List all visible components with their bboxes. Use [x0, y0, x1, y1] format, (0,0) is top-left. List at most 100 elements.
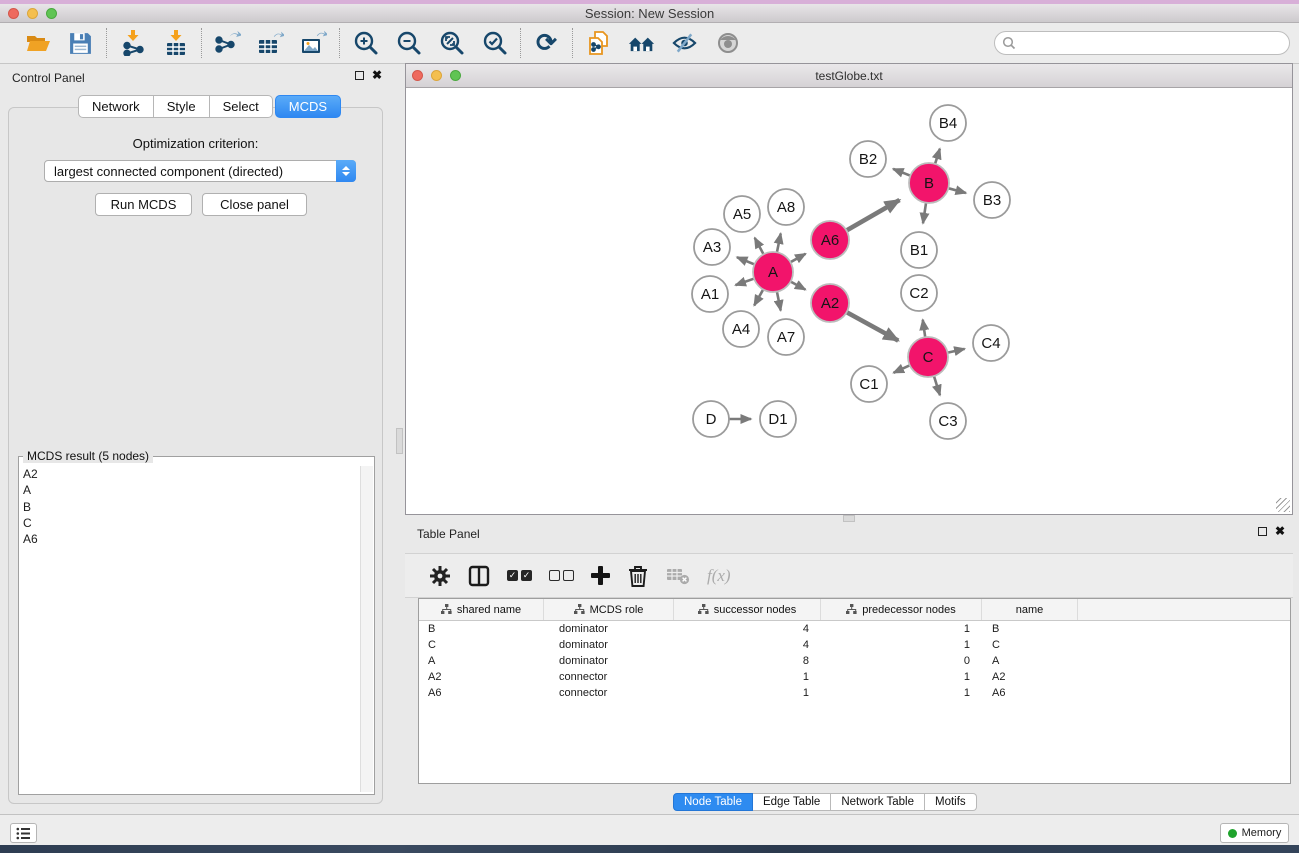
vertical-splitter-handle[interactable]: [396, 428, 403, 454]
graph-node-A4[interactable]: A4: [723, 311, 759, 347]
column-header-name[interactable]: name: [982, 599, 1078, 620]
unselect-all-columns-icon[interactable]: [549, 563, 574, 589]
edge-C-C4[interactable]: [946, 349, 965, 353]
run-mcds-button[interactable]: Run MCDS: [95, 193, 192, 216]
function-builder-icon[interactable]: f(x): [707, 563, 731, 589]
column-header-successor-nodes[interactable]: successor nodes: [674, 599, 821, 620]
edge-A2-C[interactable]: [845, 311, 898, 340]
graph-node-A8[interactable]: A8: [768, 189, 804, 225]
tab-node-table[interactable]: Node Table: [673, 793, 753, 811]
window-resize-grip[interactable]: [1276, 498, 1290, 512]
tab-style[interactable]: Style: [154, 95, 210, 118]
graph-node-C3[interactable]: C3: [930, 403, 966, 439]
graph-node-B3[interactable]: B3: [974, 182, 1010, 218]
memory-button[interactable]: Memory: [1220, 823, 1289, 843]
graph-node-A3[interactable]: A3: [694, 229, 730, 265]
column-header-shared-name[interactable]: shared name: [419, 599, 544, 620]
graph-node-B1[interactable]: B1: [901, 232, 937, 268]
edge-C-C3[interactable]: [933, 374, 940, 395]
delete-table-icon[interactable]: [666, 563, 690, 589]
edge-A6-B[interactable]: [845, 200, 900, 232]
edge-A-A7[interactable]: [777, 290, 781, 311]
criterion-dropdown[interactable]: largest connected component (directed): [44, 160, 356, 182]
export-network-icon[interactable]: [214, 30, 241, 57]
table-row[interactable]: Cdominator41C: [419, 637, 1290, 653]
import-table-icon[interactable]: [162, 30, 189, 57]
edge-B-B1[interactable]: [923, 201, 926, 223]
graph-node-B4[interactable]: B4: [930, 105, 966, 141]
result-scrollbar[interactable]: [360, 466, 373, 792]
table-row[interactable]: Adominator80A: [419, 653, 1290, 669]
edge-A-A5[interactable]: [755, 238, 765, 256]
column-browser-icon[interactable]: [468, 563, 490, 589]
result-item[interactable]: A: [23, 482, 359, 498]
graph-node-D[interactable]: D: [693, 401, 729, 437]
edge-A-A3[interactable]: [737, 257, 756, 265]
first-neighbors-icon[interactable]: [628, 30, 655, 57]
graph-node-A5[interactable]: A5: [724, 196, 760, 232]
graph-node-D1[interactable]: D1: [760, 401, 796, 437]
edge-B-B2[interactable]: [893, 169, 912, 177]
tab-select[interactable]: Select: [210, 95, 273, 118]
network-canvas[interactable]: B4 B2 B B3 A5A8A6 A3 B1 A A1 C2 A2 A4A7 C4 C C1 C3 D D1: [406, 88, 1292, 514]
edge-A-A4[interactable]: [754, 288, 764, 306]
tab-mcds[interactable]: MCDS: [275, 95, 341, 118]
graph-node-A6[interactable]: A6: [811, 221, 849, 259]
edge-C-C2[interactable]: [923, 320, 926, 339]
graph-node-B[interactable]: B: [909, 163, 949, 203]
zoom-selected-icon[interactable]: [481, 30, 508, 57]
close-panel-icon[interactable]: ✖: [372, 70, 382, 80]
float-panel-icon[interactable]: [355, 71, 364, 80]
hide-graphics-icon[interactable]: [671, 30, 698, 57]
tab-network-table[interactable]: Network Table: [831, 793, 925, 811]
export-image-icon[interactable]: [300, 30, 327, 57]
refresh-icon[interactable]: ⟳: [533, 30, 560, 57]
graph-node-A[interactable]: A: [753, 252, 793, 292]
graph-node-C1[interactable]: C1: [851, 366, 887, 402]
maximize-window-icon[interactable]: [46, 8, 57, 19]
search-input[interactable]: [994, 31, 1290, 55]
float-table-panel-icon[interactable]: [1258, 527, 1267, 536]
edge-B-B3[interactable]: [946, 188, 966, 193]
save-session-icon[interactable]: [67, 30, 94, 57]
graph-node-A1[interactable]: A1: [692, 276, 728, 312]
table-row[interactable]: A6connector11A6: [419, 685, 1290, 701]
table-row[interactable]: A2connector11A2: [419, 669, 1290, 685]
result-item[interactable]: A6: [23, 531, 359, 547]
graph-node-B2[interactable]: B2: [850, 141, 886, 177]
tab-motifs[interactable]: Motifs: [925, 793, 977, 811]
result-item[interactable]: C: [23, 515, 359, 531]
tab-network[interactable]: Network: [78, 95, 154, 118]
zoom-in-icon[interactable]: [352, 30, 379, 57]
edge-A-A1[interactable]: [735, 278, 756, 285]
delete-column-icon[interactable]: [627, 563, 649, 589]
column-header-predecessor-nodes[interactable]: predecessor nodes: [821, 599, 982, 620]
table-row[interactable]: Bdominator41B: [419, 621, 1290, 637]
close-panel-button[interactable]: Close panel: [202, 193, 307, 216]
zoom-fit-icon[interactable]: [438, 30, 465, 57]
tab-edge-table[interactable]: Edge Table: [753, 793, 831, 811]
duplicate-network-icon[interactable]: [585, 30, 612, 57]
result-item[interactable]: A2: [23, 466, 359, 482]
graph-node-C4[interactable]: C4: [973, 325, 1009, 361]
show-graphics-icon[interactable]: [714, 30, 741, 57]
edge-A-A6[interactable]: [789, 254, 806, 263]
export-table-icon[interactable]: [257, 30, 284, 57]
import-network-icon[interactable]: [119, 30, 146, 57]
open-file-icon[interactable]: [24, 30, 51, 57]
task-history-button[interactable]: [10, 823, 37, 843]
select-all-columns-icon[interactable]: ✓✓: [507, 563, 532, 589]
table-options-gear-icon[interactable]: [429, 563, 451, 589]
graph-node-C[interactable]: C: [908, 337, 948, 377]
edge-C-C1[interactable]: [894, 364, 912, 372]
graph-node-C2[interactable]: C2: [901, 275, 937, 311]
minimize-window-icon[interactable]: [27, 8, 38, 19]
graph-node-A7[interactable]: A7: [768, 319, 804, 355]
edge-A-A8[interactable]: [777, 233, 781, 254]
graph-node-A2[interactable]: A2: [811, 284, 849, 322]
close-window-icon[interactable]: [8, 8, 19, 19]
column-header-mcds-role[interactable]: MCDS role: [544, 599, 674, 620]
add-column-icon[interactable]: [591, 563, 610, 589]
close-table-panel-icon[interactable]: ✖: [1275, 526, 1285, 536]
zoom-out-icon[interactable]: [395, 30, 422, 57]
